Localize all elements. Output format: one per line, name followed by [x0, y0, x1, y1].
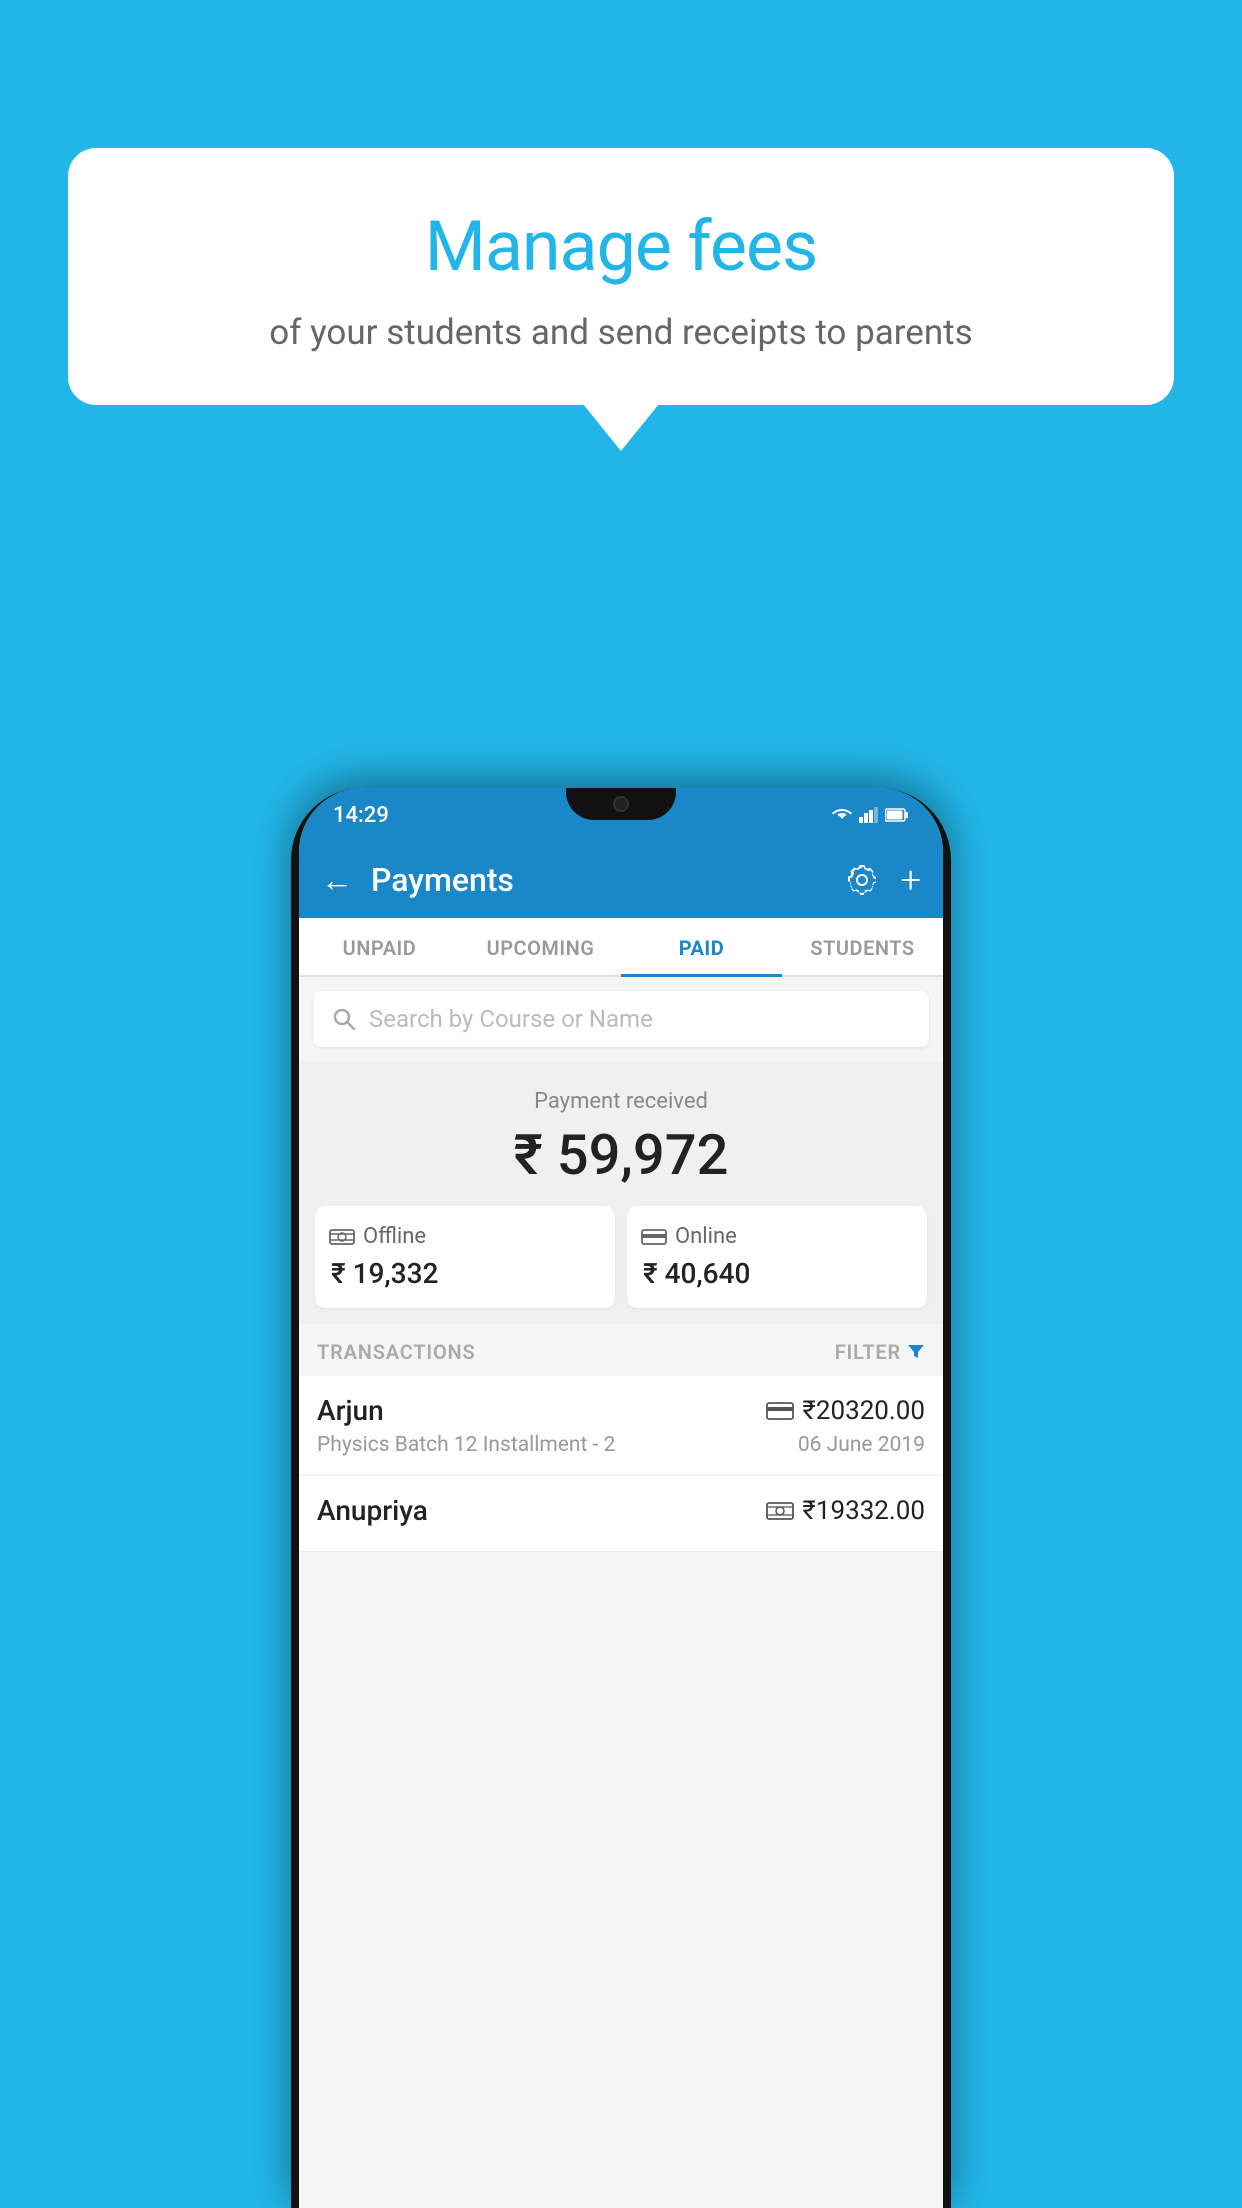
- speech-bubble-container: Manage fees of your students and send re…: [68, 148, 1174, 405]
- wifi-icon: [831, 807, 853, 823]
- back-button[interactable]: ←: [321, 861, 353, 899]
- transaction-amount: ₹19332.00: [802, 1496, 925, 1526]
- speech-bubble: Manage fees of your students and send re…: [68, 148, 1174, 405]
- phone-frame: 14:29 ← Payments +: [291, 788, 951, 2208]
- payment-amount: ₹ 59,972: [315, 1122, 927, 1188]
- transaction-bottom-row: Physics Batch 12 Installment - 2 06 June…: [317, 1433, 925, 1457]
- offline-amount: ₹ 19,332: [329, 1257, 438, 1290]
- filter-label: FILTER: [835, 1340, 901, 1364]
- online-amount: ₹ 40,640: [641, 1257, 750, 1290]
- camera: [613, 796, 629, 812]
- tab-students[interactable]: STUDENTS: [782, 918, 943, 975]
- transaction-top-row: Anupriya ₹19332.00: [317, 1494, 925, 1527]
- payment-summary: Payment received ₹ 59,972 Offline: [299, 1061, 943, 1324]
- plus-button[interactable]: +: [901, 862, 921, 898]
- tab-upcoming[interactable]: UPCOMING: [460, 918, 621, 975]
- app-bar: ← Payments +: [299, 842, 943, 918]
- payment-type-icon: [766, 1501, 794, 1521]
- payment-label: Payment received: [315, 1089, 927, 1114]
- transaction-amount: ₹20320.00: [802, 1396, 925, 1426]
- transaction-amount-wrap: ₹20320.00: [766, 1396, 925, 1426]
- bubble-title: Manage fees: [126, 206, 1116, 288]
- status-icons: [831, 807, 909, 823]
- app-bar-actions: +: [845, 862, 921, 898]
- bubble-subtitle: of your students and send receipts to pa…: [126, 308, 1116, 357]
- student-name: Anupriya: [317, 1494, 428, 1527]
- online-card-header: Online: [641, 1224, 737, 1249]
- search-bar[interactable]: Search by Course or Name: [313, 991, 929, 1047]
- gear-icon[interactable]: [845, 863, 879, 897]
- notch: [566, 788, 676, 820]
- table-row[interactable]: Arjun ₹20320.00 Physics Batch 12 Install…: [299, 1376, 943, 1476]
- tabs-bar: UNPAID UPCOMING PAID STUDENTS: [299, 918, 943, 977]
- filter-button[interactable]: FILTER: [835, 1340, 925, 1364]
- app-title: Payments: [371, 861, 827, 899]
- transaction-amount-wrap: ₹19332.00: [766, 1496, 925, 1526]
- online-icon: [641, 1227, 667, 1247]
- course-name: Physics Batch 12 Installment - 2: [317, 1433, 615, 1457]
- signal-icon: [859, 807, 879, 823]
- tab-unpaid[interactable]: UNPAID: [299, 918, 460, 975]
- transactions-header: TRANSACTIONS FILTER: [299, 1324, 943, 1376]
- status-bar: 14:29: [299, 788, 943, 842]
- filter-icon: [907, 1343, 925, 1361]
- student-name: Arjun: [317, 1394, 384, 1427]
- payment-type-icon: [766, 1401, 794, 1421]
- tab-paid[interactable]: PAID: [621, 918, 782, 977]
- offline-card-header: Offline: [329, 1224, 426, 1249]
- offline-label: Offline: [363, 1224, 426, 1249]
- search-icon: [331, 1006, 357, 1032]
- status-time: 14:29: [333, 803, 389, 828]
- offline-icon: [329, 1227, 355, 1247]
- bubble-arrow: [579, 399, 663, 451]
- transaction-top-row: Arjun ₹20320.00: [317, 1394, 925, 1427]
- phone-screen: 14:29 ← Payments +: [299, 788, 943, 2208]
- battery-icon: [885, 808, 909, 822]
- offline-card: Offline ₹ 19,332: [315, 1206, 615, 1308]
- transactions-label: TRANSACTIONS: [317, 1340, 475, 1364]
- online-card: Online ₹ 40,640: [627, 1206, 927, 1308]
- table-row[interactable]: Anupriya ₹19332.00: [299, 1476, 943, 1552]
- search-placeholder: Search by Course or Name: [369, 1005, 653, 1033]
- transaction-date: 06 June 2019: [798, 1433, 925, 1457]
- online-label: Online: [675, 1224, 737, 1249]
- payment-cards: Offline ₹ 19,332 Online ₹ 40,640: [315, 1206, 927, 1308]
